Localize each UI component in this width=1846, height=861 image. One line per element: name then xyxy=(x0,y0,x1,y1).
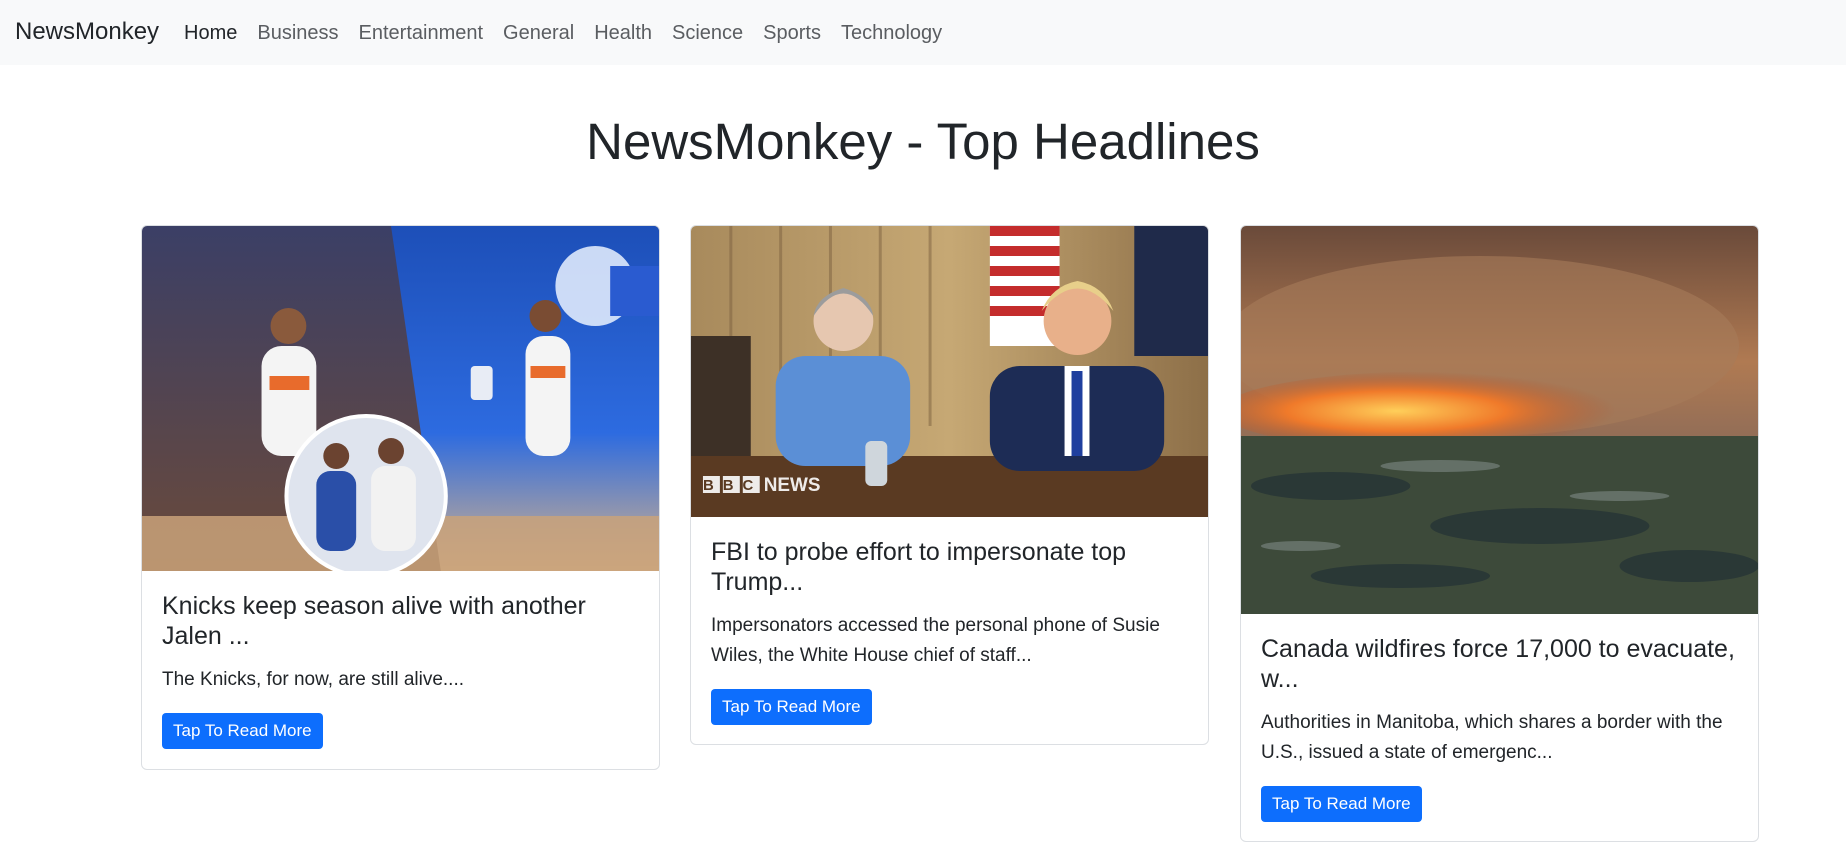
navbar: NewsMonkey Home Business Entertainment G… xyxy=(0,0,1846,65)
article-title: Knicks keep season alive with another Ja… xyxy=(162,592,586,650)
article-description: Impersonators accessed the personal phon… xyxy=(711,615,1160,666)
article-title: FBI to probe effort to impersonate top T… xyxy=(711,538,1127,596)
nav-link-health[interactable]: Health xyxy=(594,20,652,46)
brand-link[interactable]: NewsMonkey xyxy=(15,17,159,47)
nav-link-general[interactable]: General xyxy=(503,20,574,46)
news-card: BBC NEWS FBI to probe effort to imperson… xyxy=(690,225,1209,745)
read-more-button[interactable]: Tap To Read More xyxy=(711,689,872,725)
article-image: BBC NEWS xyxy=(691,226,1208,517)
read-more-button[interactable]: Tap To Read More xyxy=(1261,786,1422,822)
read-more-button[interactable]: Tap To Read More xyxy=(162,713,323,749)
nav-links: Home Business Entertainment General Heal… xyxy=(184,20,962,46)
nav-link-science[interactable]: Science xyxy=(672,20,743,46)
nav-link-technology[interactable]: Technology xyxy=(841,20,942,46)
article-description: The Knicks, for now, are still alive.... xyxy=(162,669,465,690)
article-description: Authorities in Manitoba, which shares a … xyxy=(1261,712,1723,763)
article-image xyxy=(142,226,659,571)
nav-link-home[interactable]: Home xyxy=(184,20,237,46)
nav-link-entertainment[interactable]: Entertainment xyxy=(359,20,484,46)
news-card: Knicks keep season alive with another Ja… xyxy=(141,225,660,770)
svg-text:BBC: BBC xyxy=(703,477,762,494)
article-title: Canada wildfires force 17,000 to evacuat… xyxy=(1261,635,1735,693)
news-card: Canada wildfires force 17,000 to evacuat… xyxy=(1240,225,1759,842)
nav-link-business[interactable]: Business xyxy=(257,20,338,46)
page-title: NewsMonkey - Top Headlines xyxy=(586,113,1260,170)
article-image xyxy=(1241,226,1758,614)
nav-link-sports[interactable]: Sports xyxy=(763,20,821,46)
bbc-news-watermark: NEWS xyxy=(764,475,821,496)
